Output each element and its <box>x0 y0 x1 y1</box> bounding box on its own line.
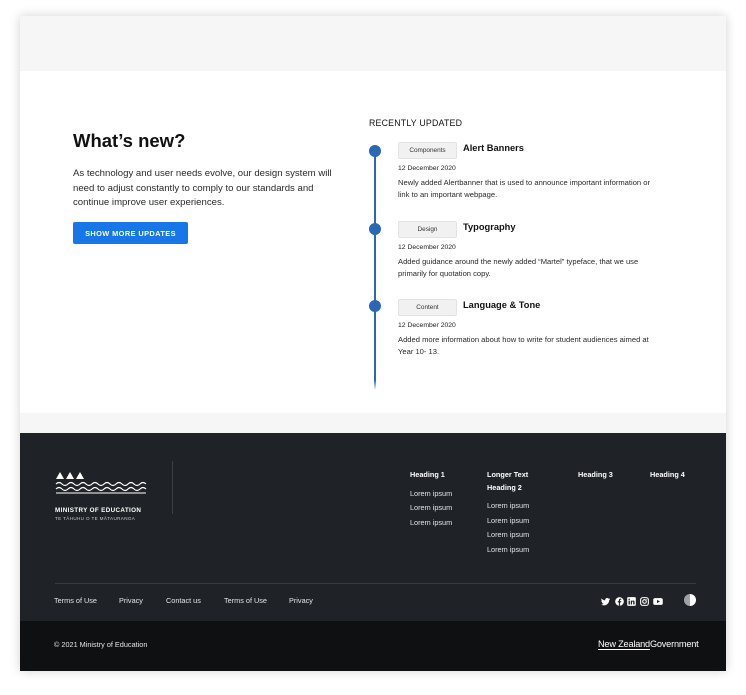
tag-chip[interactable]: Components <box>398 142 457 159</box>
timeline-tail <box>374 380 376 390</box>
timeline-dot <box>369 145 381 157</box>
footer-link[interactable]: Lorem ipsum <box>410 487 452 502</box>
logo-divider <box>172 461 173 514</box>
update-item: Components Alert Banners 12 December 202… <box>398 142 658 202</box>
instagram-icon[interactable] <box>640 597 649 606</box>
nz-government-logo-part2: Government <box>649 639 699 649</box>
whats-new-description: As technology and user needs evolve, our… <box>73 168 332 209</box>
nz-government-logo-part1: New Zealand <box>598 639 650 649</box>
timeline-line <box>374 150 376 380</box>
linkedin-icon[interactable] <box>627 597 636 606</box>
ministry-logo[interactable]: MINISTRY OF EDUCATION TE TĀHUHU O TE MĀT… <box>55 471 150 521</box>
footer-column: Heading 4 <box>650 469 685 482</box>
contact-us-link[interactable]: Contact us <box>166 596 201 605</box>
privacy-link[interactable]: Privacy <box>289 596 313 605</box>
footer-divider <box>55 583 696 584</box>
privacy-link[interactable]: Privacy <box>119 596 143 605</box>
tag-chip[interactable]: Design <box>398 221 457 238</box>
timeline-dot <box>369 300 381 312</box>
section-spacer <box>20 413 726 433</box>
show-more-updates-button[interactable]: SHOW MORE UPDATES <box>73 222 188 244</box>
nz-government-logo[interactable]: New ZealandGovernment <box>598 639 699 649</box>
footer-link[interactable]: Lorem ipsum <box>487 528 549 543</box>
twitter-icon[interactable] <box>601 597 610 606</box>
footer-column: Heading 3 <box>578 469 613 482</box>
footer-link[interactable]: Lorem ipsum <box>487 543 549 558</box>
footer-link[interactable]: Lorem ipsum <box>410 516 452 531</box>
terms-of-use-link[interactable]: Terms of Use <box>54 596 97 605</box>
page-frame: What’s new? As technology and user needs… <box>20 16 726 671</box>
update-item: Design Typography 12 December 2020 Added… <box>398 221 658 281</box>
footer-link[interactable]: Lorem ipsum <box>487 499 549 514</box>
logo-subtitle: TE TĀHUHU O TE MĀTAURANGA <box>55 516 136 521</box>
footer-link[interactable]: Lorem ipsum <box>410 501 452 516</box>
update-date: 12 December 2020 <box>398 165 456 172</box>
footer-bottom-bar: © 2021 Ministry of Education New Zealand… <box>20 621 726 671</box>
logo-mark-icon <box>55 472 147 494</box>
copyright-text: © 2021 Ministry of Education <box>54 640 148 649</box>
youtube-icon[interactable] <box>653 597 663 606</box>
facebook-icon[interactable] <box>615 597 624 606</box>
footer-column-heading: Heading 4 <box>650 470 685 479</box>
update-title[interactable]: Alert Banners <box>463 143 524 153</box>
terms-of-use-link[interactable]: Terms of Use <box>224 596 267 605</box>
update-description: Newly added Alertbanner that is used to … <box>398 178 651 200</box>
update-title[interactable]: Language & Tone <box>463 300 540 310</box>
update-date: 12 December 2020 <box>398 244 456 251</box>
update-title[interactable]: Typography <box>463 222 516 232</box>
footer-column-heading: Heading 1 <box>410 470 445 479</box>
recently-updated-heading: RECENTLY UPDATED <box>369 118 463 128</box>
footer-column: Longer Text Heading 2 Lorem ipsum Lorem … <box>487 469 549 557</box>
update-item: Content Language & Tone 12 December 2020… <box>398 299 658 359</box>
top-band <box>20 16 726 71</box>
update-description: Added more information about how to writ… <box>398 335 649 357</box>
update-date: 12 December 2020 <box>398 322 456 329</box>
footer-column-heading: Longer Text Heading 2 <box>487 470 529 492</box>
footer-link[interactable]: Lorem ipsum <box>487 514 549 529</box>
footer-column-heading: Heading 3 <box>578 470 613 479</box>
logo-name: MINISTRY OF EDUCATION <box>55 507 142 514</box>
timeline-dot <box>369 223 381 235</box>
tag-chip[interactable]: Content <box>398 299 457 316</box>
footer: MINISTRY OF EDUCATION TE TĀHUHU O TE MĀT… <box>20 433 726 621</box>
theme-toggle-icon[interactable] <box>684 594 696 606</box>
update-description: Added guidance around the newly added “M… <box>398 257 639 279</box>
footer-column: Heading 1 Lorem ipsum Lorem ipsum Lorem … <box>410 469 452 530</box>
whats-new-title: What’s new? <box>73 130 186 151</box>
